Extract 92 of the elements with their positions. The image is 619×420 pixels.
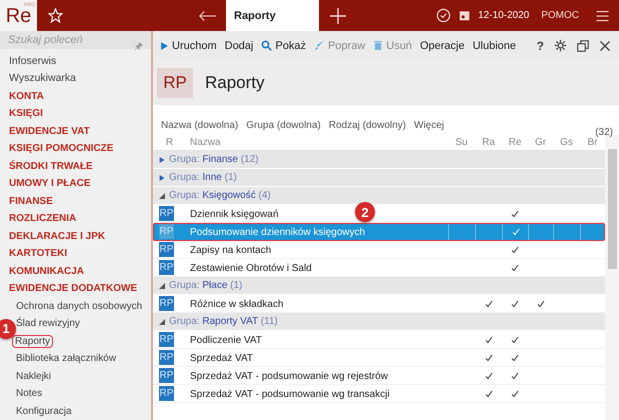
report-row[interactable]: RP Podliczenie VAT <box>153 331 605 349</box>
date-text[interactable]: 12-10-2020 <box>472 0 536 31</box>
scrollbar-thumb[interactable] <box>608 149 616 269</box>
report-row[interactable]: RP Zestawienie Obrotów i Sald <box>153 259 605 277</box>
report-name: Różnice w składkach <box>190 298 284 310</box>
report-icon: RP <box>159 368 174 383</box>
filter-link[interactable]: Więcej <box>414 120 444 131</box>
close-icon <box>599 40 611 52</box>
plus-icon <box>330 8 346 24</box>
report-name: Sprzedaż VAT <box>190 352 253 364</box>
sidebar-item[interactable]: Wyszukiwarka <box>9 72 76 84</box>
sidebar-item[interactable]: Konfiguracja <box>16 406 72 416</box>
filter-link[interactable]: Nazwa (dowolna) <box>161 120 238 131</box>
toolbar-button[interactable]: Ulubione <box>470 38 519 54</box>
sidebar-item[interactable]: EWIDENCJE VAT <box>9 126 90 136</box>
sidebar-item[interactable]: Raporty <box>13 336 52 346</box>
step-marker: 1 <box>0 318 16 338</box>
page-title: Raporty <box>205 72 265 92</box>
column-header[interactable]: Ra <box>475 137 502 148</box>
column-header[interactable]: Br <box>580 137 605 148</box>
pin-icon <box>134 42 143 51</box>
sidebar-item[interactable]: KONTA <box>9 90 44 102</box>
search-icon <box>261 40 272 51</box>
sidebar-item[interactable]: KSIĘGI POMOCNICZE <box>9 143 114 154</box>
column-header[interactable]: Nazwa <box>186 137 448 148</box>
report-icon: RP <box>159 386 174 401</box>
report-icon: RP <box>159 260 174 275</box>
report-icon: RP <box>159 332 174 347</box>
report-name: Zestawienie Obrotów i Sald <box>190 262 312 274</box>
sidebar-item[interactable]: FINANSE <box>9 196 53 206</box>
restore-icon <box>577 40 589 52</box>
calendar-icon <box>458 10 470 21</box>
play-icon <box>160 40 169 50</box>
menu-icon <box>594 10 610 22</box>
report-row[interactable]: RP Sprzedaż VAT - podsumowanie wg rejestrów <box>153 367 605 385</box>
column-header[interactable]: R <box>153 137 186 148</box>
trash-icon <box>373 40 384 51</box>
help-menu[interactable]: POMOC <box>535 0 585 31</box>
sidebar-item[interactable]: KARTOTEKI <box>9 248 68 259</box>
sidebar-item[interactable]: Biblioteka załączników <box>16 353 116 364</box>
group-label[interactable]: Grupa: Finanse (12) <box>169 154 259 165</box>
column-header[interactable]: Re <box>502 137 528 148</box>
column-header[interactable]: Gr <box>528 137 553 148</box>
toolbar-button[interactable]: Dodaj <box>222 38 256 54</box>
sidebar-item[interactable]: KSIĘGI <box>9 108 43 119</box>
help-button[interactable]: ? <box>532 36 548 54</box>
gear-icon <box>554 39 567 52</box>
report-icon: RP <box>159 224 174 239</box>
report-icon: RP <box>159 206 174 221</box>
sidebar-item[interactable]: Ślad rewizyjny <box>16 318 80 329</box>
report-row[interactable]: RP Sprzedaż VAT <box>153 349 605 367</box>
report-icon: RP <box>159 350 174 365</box>
group-label[interactable]: Grupa: Księgowość (4) <box>169 190 271 201</box>
sidebar-item[interactable]: ROZLICZENIA <box>9 213 76 224</box>
report-row[interactable]: RP Sprzedaż VAT - podsumowanie wg transakcji <box>153 385 605 403</box>
group-label[interactable]: Grupa: Płace (1) <box>169 280 242 291</box>
sidebar-item[interactable]: KOMUNIKACJA <box>9 266 84 276</box>
column-header[interactable]: Gs <box>553 137 580 148</box>
command-search-field[interactable]: Szukaj poleceń <box>0 31 151 48</box>
column-header[interactable]: Su <box>448 137 475 148</box>
brush-icon <box>314 40 325 51</box>
tab[interactable]: Raporty <box>226 0 319 31</box>
report-name: Podliczenie VAT <box>190 334 262 346</box>
group-label[interactable]: Grupa: Raporty VAT (11) <box>169 316 278 327</box>
report-icon: RP <box>159 296 174 311</box>
record-count: (32) <box>595 127 613 138</box>
sidebar-item[interactable]: Notes <box>16 388 42 399</box>
sidebar-item[interactable]: ŚRODKI TRWAŁE <box>9 160 93 172</box>
toolbar-button[interactable]: Uruchom <box>157 38 220 54</box>
report-name: Sprzedaż VAT - podsumowanie wg transakcji <box>190 388 390 400</box>
star-icon <box>48 8 62 23</box>
report-name: Zapisy na kontach <box>190 244 272 256</box>
sidebar-item[interactable]: DEKLARACJE I JPK <box>9 230 106 242</box>
report-name: Podsumowanie dzienników księgowych <box>190 226 366 238</box>
sidebar-item[interactable]: EWIDENCJE DODATKOWE <box>9 283 138 294</box>
sidebar-item[interactable]: UMOWY I PŁACE <box>9 178 90 189</box>
sidebar-item[interactable]: Naklejki <box>16 370 52 382</box>
report-row[interactable]: RP Zapisy na kontach <box>153 241 605 259</box>
filter-link[interactable]: Grupa (dowolna) <box>246 120 321 131</box>
toolbar-button[interactable]: Pokaż <box>258 38 309 54</box>
report-row[interactable]: RP Różnice w składkach <box>153 295 605 313</box>
report-name: Sprzedaż VAT - podsumowanie wg rejestrów <box>190 370 388 382</box>
filter-link[interactable]: Rodzaj (dowolny) <box>328 120 406 131</box>
back-arrow-icon <box>199 10 217 22</box>
sidebar-item[interactable]: Infoserwis <box>9 54 56 66</box>
toolbar-button[interactable]: Operacje <box>416 38 468 54</box>
report-name: Dziennik księgowań <box>190 208 278 220</box>
sidebar-item[interactable]: Ochrona danych osobowych <box>16 300 142 312</box>
group-label[interactable]: Grupa: Inne (1) <box>169 172 237 183</box>
check-circle-icon <box>436 8 451 23</box>
report-icon: RP <box>159 242 174 257</box>
report-badge: RP <box>157 68 193 98</box>
